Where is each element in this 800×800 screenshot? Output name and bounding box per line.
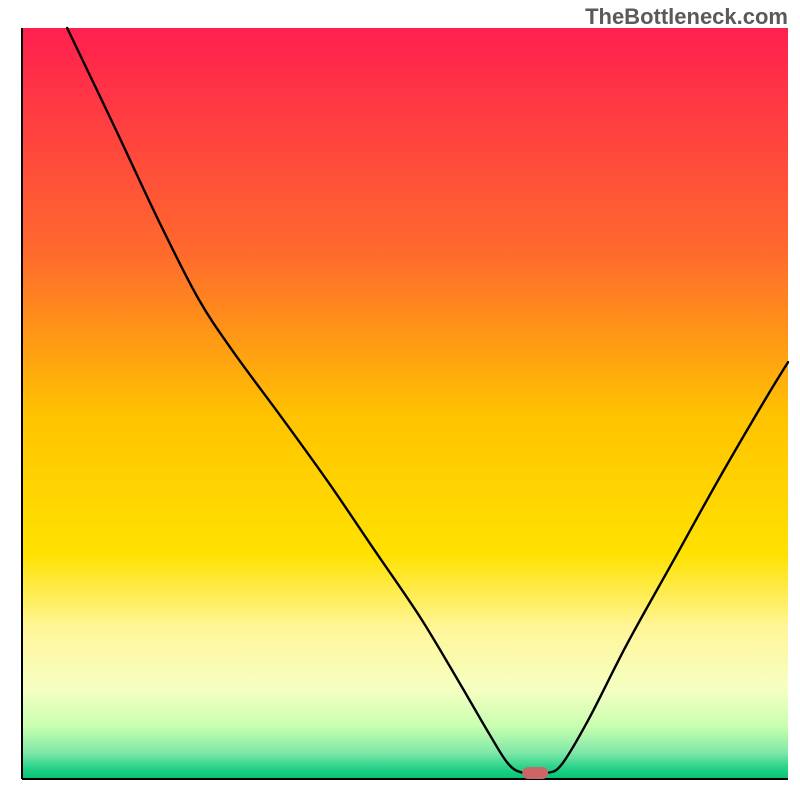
watermark-label: TheBottleneck.com (585, 4, 788, 30)
bottleneck-chart: TheBottleneck.com (0, 0, 800, 800)
gradient-background (22, 28, 788, 779)
chart-svg (0, 0, 800, 800)
optimal-marker (522, 767, 548, 779)
